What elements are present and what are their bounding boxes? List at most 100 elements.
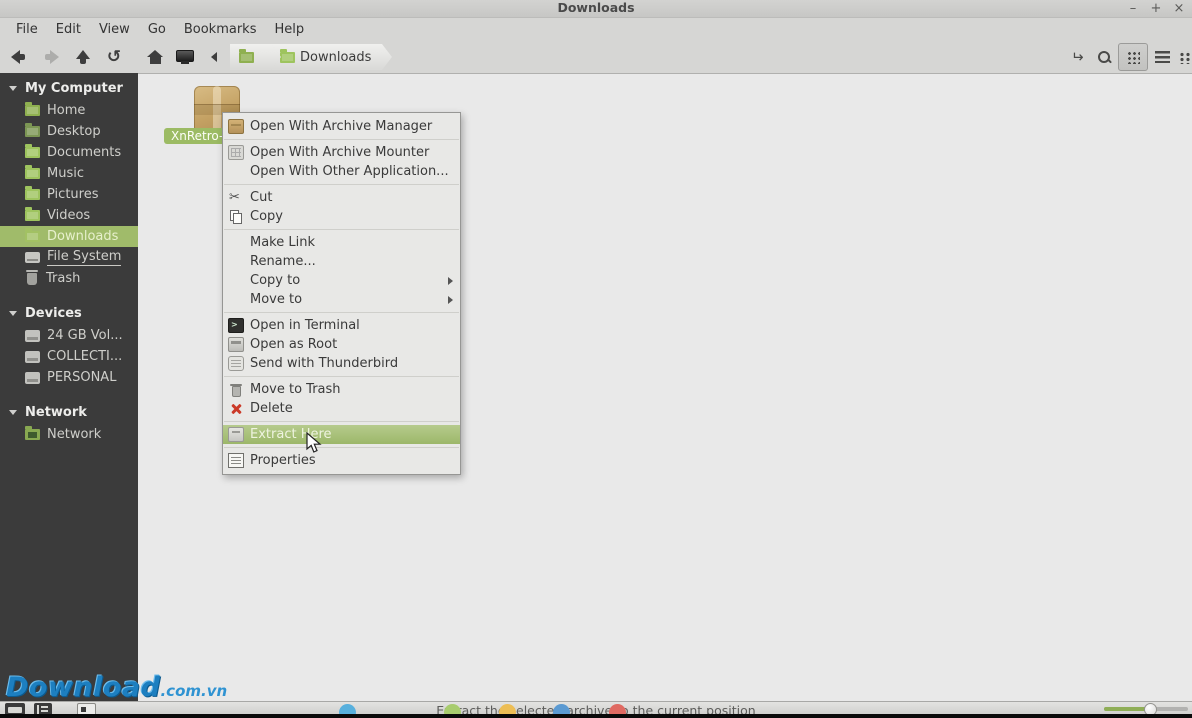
sidebar-item-label: Downloads — [47, 229, 119, 244]
sidebar-item-music[interactable]: Music — [0, 163, 138, 184]
sidebar-item-24-gb-vol[interactable]: 24 GB Vol... — [0, 325, 138, 346]
home-icon — [146, 50, 164, 64]
view-buttons: ↵ — [1065, 42, 1192, 72]
sidebar-item-label: Home — [47, 103, 86, 118]
context-menu-item-label: Open With Archive Manager — [250, 119, 433, 134]
compact-view-button[interactable] — [1172, 46, 1192, 68]
menu-separator — [224, 376, 459, 377]
menubar-item-edit[interactable]: Edit — [47, 20, 90, 39]
sidebar-item-home[interactable]: Home — [0, 100, 138, 121]
context-menu-item-open-in-terminal[interactable]: Open in Terminal — [223, 316, 460, 335]
sidebar-item-label: Desktop — [47, 124, 101, 139]
back-button[interactable] — [8, 48, 30, 66]
sidebar-item-label: Music — [47, 166, 84, 181]
context-menu-item-label: Make Link — [250, 235, 315, 250]
none-icon — [228, 235, 244, 250]
watermark-main: Download — [6, 672, 161, 703]
context-menu-item-label: Extract Here — [250, 427, 332, 442]
context-menu-item-properties[interactable]: Properties — [223, 451, 460, 470]
folder-icon — [25, 165, 40, 179]
sidebar-section-network[interactable]: Network — [0, 397, 138, 424]
context-menu-item-extract-here[interactable]: Extract Here — [223, 425, 460, 444]
context-menu-item-label: Open in Terminal — [250, 318, 360, 333]
root-icon — [228, 337, 244, 352]
context-menu-item-move-to-trash[interactable]: Move to Trash — [223, 380, 460, 399]
menubar-item-help[interactable]: Help — [265, 20, 313, 39]
context-menu-item-label: Copy — [250, 209, 283, 224]
sidebar-item-trash[interactable]: Trash — [0, 268, 138, 289]
up-button[interactable] — [72, 48, 94, 66]
sidebar-section-devices[interactable]: Devices — [0, 298, 138, 325]
context-menu-item-open-with-other-application[interactable]: Open With Other Application... — [223, 162, 460, 181]
computer-icon — [176, 50, 194, 64]
none-icon — [228, 164, 244, 179]
sidebar-item-file-system[interactable]: File System — [0, 247, 138, 268]
window-controls: – + × — [1126, 0, 1186, 17]
sidebar-item-pictures[interactable]: Pictures — [0, 184, 138, 205]
context-menu-item-delete[interactable]: Delete — [223, 399, 460, 418]
minimize-button[interactable]: – — [1126, 1, 1140, 16]
toggle-location-button[interactable]: ↵ — [1065, 46, 1089, 68]
context-menu-item-send-with-thunderbird[interactable]: Send with Thunderbird — [223, 354, 460, 373]
toggle-location-icon: ↵ — [1070, 48, 1084, 66]
menubar-item-bookmarks[interactable]: Bookmarks — [175, 20, 266, 39]
sidebar-item-network[interactable]: Network — [0, 424, 138, 445]
context-menu-item-open-as-root[interactable]: Open as Root — [223, 335, 460, 354]
section-expand-icon[interactable] — [9, 410, 17, 415]
context-menu-item-open-with-archive-mounter[interactable]: Open With Archive Mounter — [223, 143, 460, 162]
sidebar-item-label: 24 GB Vol... — [47, 328, 123, 343]
grid-view-button[interactable] — [1118, 43, 1148, 71]
sidebar-item-personal[interactable]: PERSONAL — [0, 367, 138, 388]
context-menu-item-label: Open as Root — [250, 337, 338, 352]
context-menu-item-label: Move to Trash — [250, 382, 341, 397]
none-icon — [228, 254, 244, 269]
menu-separator — [224, 421, 459, 422]
context-menu-item-open-with-archive-manager[interactable]: Open With Archive Manager — [223, 117, 460, 136]
home-folder-icon — [239, 52, 254, 63]
menu-separator — [224, 312, 459, 313]
context-menu-item-label: Properties — [250, 453, 316, 468]
submenu-arrow-icon — [448, 295, 453, 304]
window-title: Downloads — [557, 0, 635, 15]
sidebar-item-collecti[interactable]: COLLECTI... — [0, 346, 138, 367]
computer-button[interactable] — [174, 48, 196, 66]
refresh-button[interactable]: ↺ — [103, 48, 125, 66]
context-menu-item-copy[interactable]: Copy — [223, 207, 460, 226]
close-button[interactable]: × — [1172, 1, 1186, 16]
sidebar-item-desktop[interactable]: Desktop — [0, 121, 138, 142]
archive-icon — [228, 119, 244, 134]
sidebar-item-downloads[interactable]: Downloads — [0, 226, 138, 247]
search-button[interactable] — [1092, 46, 1116, 68]
menubar-item-go[interactable]: Go — [139, 20, 175, 39]
context-menu-item-make-link[interactable]: Make Link — [223, 233, 460, 252]
context-menu-item-label: Copy to — [250, 273, 301, 288]
menubar-item-view[interactable]: View — [90, 20, 139, 39]
folder-icon — [25, 186, 40, 200]
thunderbird-icon — [228, 356, 244, 371]
context-menu-item-rename[interactable]: Rename... — [223, 252, 460, 271]
sidebar-section-my-computer[interactable]: My Computer — [0, 73, 138, 100]
breadcrumb-collapse-icon[interactable] — [211, 52, 217, 62]
sidebar-item-label: COLLECTI... — [47, 349, 123, 364]
sidebar-item-videos[interactable]: Videos — [0, 205, 138, 226]
section-label: Network — [25, 405, 87, 420]
context-menu-item-label: Delete — [250, 401, 293, 416]
search-icon — [1097, 50, 1112, 65]
watermark-suffix: .com.vn — [160, 682, 228, 700]
sidebar-item-documents[interactable]: Documents — [0, 142, 138, 163]
section-expand-icon[interactable] — [9, 86, 17, 91]
drive-icon — [25, 371, 40, 384]
list-view-button[interactable] — [1150, 46, 1174, 68]
sidebar-item-label: Network — [47, 427, 102, 442]
home-button[interactable] — [144, 48, 166, 66]
sidebar-item-label: File System — [47, 249, 122, 266]
menubar-item-file[interactable]: File — [7, 20, 47, 39]
breadcrumb-home-button[interactable] — [230, 44, 281, 70]
context-menu-item-copy-to[interactable]: Copy to — [223, 271, 460, 290]
context-menu-item-move-to[interactable]: Move to — [223, 290, 460, 309]
menubar: File Edit View Go Bookmarks Help — [0, 18, 1192, 40]
maximize-button[interactable]: + — [1149, 1, 1163, 16]
section-expand-icon[interactable] — [9, 311, 17, 316]
context-menu-item-cut[interactable]: Cut — [223, 188, 460, 207]
extract-icon — [228, 427, 244, 442]
